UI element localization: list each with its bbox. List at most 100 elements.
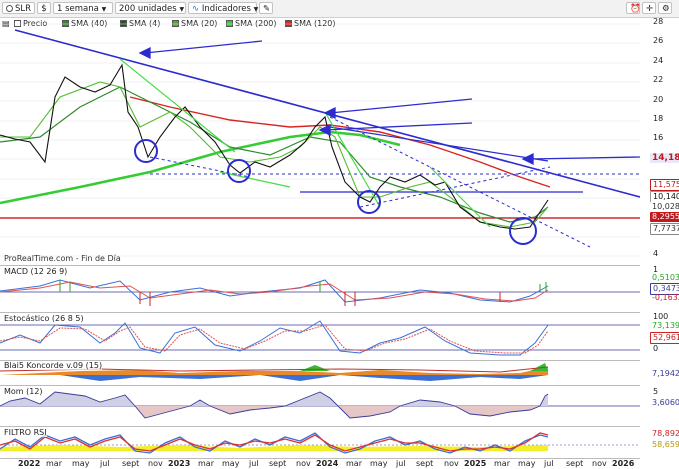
indicator-value: 0,5103 xyxy=(652,273,679,282)
time-axis-tick: 2023 xyxy=(168,459,191,468)
time-axis-tick: may xyxy=(370,459,388,468)
axis-tick: 5 xyxy=(653,387,659,396)
rsi-filter-plot xyxy=(0,432,640,454)
time-axis-tick: nov xyxy=(296,459,311,468)
stochastic-panel[interactable]: Estocástico (26 8 5) xyxy=(0,312,640,360)
time-axis-tick: 2022 xyxy=(18,459,41,468)
alarm-button[interactable]: ⏰ xyxy=(626,2,641,14)
search-icon xyxy=(6,5,13,12)
time-axis-tick: mar xyxy=(198,459,214,468)
time-axis-tick: may xyxy=(72,459,90,468)
symbol-label: SLR xyxy=(15,4,32,14)
indicator-value: 7,1942 xyxy=(652,369,679,378)
time-axis-tick: jul xyxy=(100,459,110,468)
rsi-filter-axis: 78,892 58,659 xyxy=(641,426,679,458)
price-label-10b: 10,028 xyxy=(650,202,679,212)
price-label-7: 7,7737 xyxy=(650,223,679,235)
time-axis-tick: mar xyxy=(46,459,62,468)
macd-plot xyxy=(0,279,640,306)
period-selector[interactable]: 1 semana ▼ xyxy=(53,2,113,14)
axis-tick: 18 xyxy=(653,114,664,123)
stochastic-title: Estocástico (26 8 5) xyxy=(4,314,84,323)
units-label: 200 unidades xyxy=(119,4,177,14)
price-axis[interactable]: 28 26 24 22 20 18 16 12 6 4 14,18 11,575… xyxy=(641,17,679,264)
time-axis-tick: mar xyxy=(494,459,510,468)
units-selector[interactable]: 200 unidades ▼ xyxy=(115,2,186,14)
drawing-tools-button[interactable]: ✛ xyxy=(642,2,656,14)
axis-tick: 100 xyxy=(653,312,669,321)
axis-tick: 4 xyxy=(653,249,659,258)
indicators-button[interactable]: ∿ Indicadores ▼ xyxy=(188,2,259,14)
dashed-channel-upper[interactable] xyxy=(329,116,591,248)
settings-button[interactable]: ⚙ xyxy=(658,2,672,14)
price-label-11: 11,575 xyxy=(650,179,679,191)
price-label-14: 14,18 xyxy=(650,153,679,163)
chevron-down-icon: ▼ xyxy=(101,6,107,13)
chevron-down-icon: ▼ xyxy=(179,6,185,13)
macd-axis: 1 0,5103 0,3473 -0,1632 xyxy=(641,265,679,311)
time-axis-tick: may xyxy=(518,459,536,468)
time-axis-tick: 2025 xyxy=(464,459,487,468)
price-chart[interactable]: ProRealTime.com - Fin de Día xyxy=(0,17,640,264)
indicator-value: 73,139 xyxy=(652,321,679,330)
indicator-value: -0,1632 xyxy=(652,293,679,302)
rsi-filter-title: FILTRO RSI xyxy=(4,428,47,437)
time-axis-tick: sept xyxy=(416,459,434,468)
time-axis-tick: sept xyxy=(566,459,584,468)
time-axis-tick: 2026 xyxy=(612,459,635,468)
axis-tick: 24 xyxy=(653,56,664,65)
time-axis-tick: jul xyxy=(544,459,554,468)
dollar-button[interactable]: $ xyxy=(37,2,51,14)
gear-icon: ⚙ xyxy=(662,4,670,14)
watermark: ProRealTime.com - Fin de Día xyxy=(4,254,121,263)
stochastic-plot xyxy=(0,320,640,356)
sma20-line xyxy=(0,81,549,228)
time-axis-tick: may xyxy=(222,459,240,468)
period-label: 1 semana xyxy=(57,4,99,14)
momentum-axis: 5 3,6060 xyxy=(641,385,679,425)
price-series xyxy=(0,63,549,230)
annotation-arrows[interactable] xyxy=(138,40,640,166)
macd-title: MACD (12 26 9) xyxy=(4,267,68,276)
sma40-line xyxy=(0,86,549,223)
crosshair-icon: ✛ xyxy=(646,4,654,14)
indicator-value: 78,892 xyxy=(652,429,679,438)
indicator-value: 3,6060 xyxy=(652,398,679,407)
time-axis-tick: jul xyxy=(249,459,259,468)
axis-tick: 28 xyxy=(653,17,664,26)
pencil-icon: ✎ xyxy=(263,4,271,14)
time-axis-tick: mar xyxy=(346,459,362,468)
rsi-filter-panel[interactable]: FILTRO RSI xyxy=(0,426,640,459)
macd-panel[interactable]: MACD (12 26 9) xyxy=(0,265,640,312)
axis-tick: 22 xyxy=(653,75,664,84)
time-axis-tick: nov xyxy=(592,459,607,468)
axis-tick: 0 xyxy=(653,344,659,353)
indicator-value: 58,659 xyxy=(652,440,679,449)
momentum-panel[interactable]: Mom (12) xyxy=(0,385,640,426)
time-axis-tick: nov xyxy=(444,459,459,468)
dollar-icon: $ xyxy=(41,4,47,14)
axis-tick: 26 xyxy=(653,36,664,45)
time-axis-tick: 2024 xyxy=(316,459,339,468)
indicator-chart-icon: ∿ xyxy=(192,4,200,14)
green-trendline-2[interactable] xyxy=(324,111,381,208)
downtrend-line-2[interactable] xyxy=(329,126,549,162)
grid xyxy=(0,23,640,257)
time-axis-tick: sept xyxy=(269,459,287,468)
chevron-down-icon: ▼ xyxy=(253,6,259,13)
time-axis-tick: jul xyxy=(396,459,406,468)
indicator-value: 52,961 xyxy=(650,332,679,344)
stochastic-axis: 100 73,139 52,961 0 xyxy=(641,312,679,359)
price-label-8: 8,2955 xyxy=(650,212,679,222)
momentum-plot xyxy=(0,391,640,419)
koncorde-panel[interactable]: Blai5 Koncorde v.09 (15) xyxy=(0,360,640,385)
time-axis-tick: sept xyxy=(122,459,140,468)
symbol-selector[interactable]: SLR xyxy=(2,2,35,14)
momentum-title: Mom (12) xyxy=(4,387,43,396)
alarm-clock-icon: ⏰ xyxy=(630,4,641,14)
koncorde-axis: 7,1942 xyxy=(641,360,679,384)
koncorde-title: Blai5 Koncorde v.09 (15) xyxy=(4,361,103,370)
axis-tick: 20 xyxy=(653,95,664,104)
pencil-tool-button[interactable]: ✎ xyxy=(259,2,273,14)
axis-tick: 16 xyxy=(653,133,664,142)
